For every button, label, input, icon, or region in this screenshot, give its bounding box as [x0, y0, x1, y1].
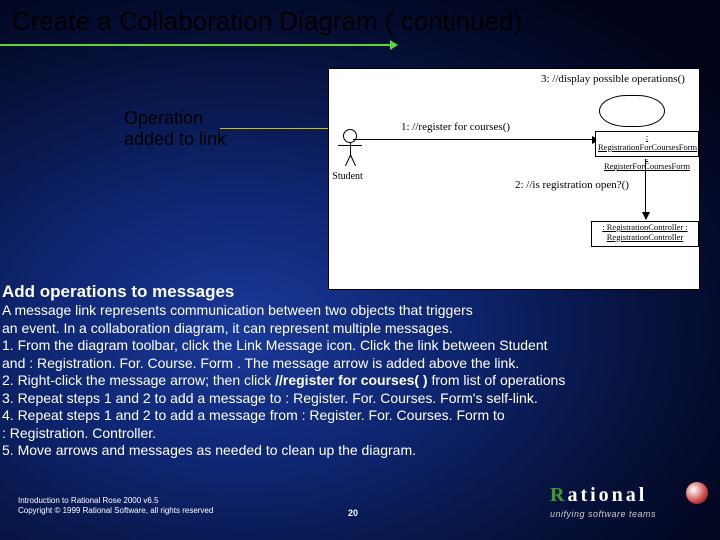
actor-label: : Student [328, 171, 363, 182]
registration-form-box: : RegistrationForCoursesForm : RegisterF… [595, 131, 699, 157]
body-step5: 5. Move arrows and messages as needed to… [2, 442, 416, 458]
box2-line1: : RegistrationController : [602, 222, 687, 232]
body-p2: an event. In a collaboration diagram, it… [2, 320, 453, 336]
page-number: 20 [348, 508, 358, 518]
title-underline-arrow [0, 44, 390, 46]
collaboration-diagram: 3: //display possible operations() 1: //… [328, 68, 700, 290]
body-p1: A message link represents communication … [2, 302, 473, 318]
body-step4a: 4. Repeat steps 1 and 2 to add a message… [2, 407, 505, 423]
body-step2b: //register for courses( ) [275, 372, 428, 388]
body-step4b: : Registration. Controller. [2, 425, 156, 441]
body-text: A message link represents communication … [2, 302, 720, 460]
message-2-label: 2: //is registration open?() [515, 179, 629, 191]
body-step3: 3. Repeat steps 1 and 2 to add a message… [2, 390, 538, 406]
footer-line2: Copyright © 1999 Rational Software, all … [18, 506, 213, 515]
section-heading: Add operations to messages [2, 282, 234, 302]
body-step1b: and : Registration. For. Course. Form . … [2, 355, 519, 371]
logo-word: ational [567, 484, 647, 506]
body-step2a: 2. Right-click the message arrow; then c… [2, 372, 275, 388]
self-link-oval [599, 95, 665, 127]
rational-logo: Rational unifying software teams [550, 484, 706, 526]
box1-line1: : RegistrationForCoursesForm : [598, 132, 697, 162]
footer-line1: Introduction to Rational Rose 2000 v6.5 [18, 496, 159, 505]
annot-line1: Operation [124, 108, 226, 129]
annotation-connector [220, 128, 330, 129]
logo-sphere-icon [686, 482, 708, 504]
logo-text: Rational [550, 484, 706, 507]
logo-tagline: unifying software teams [550, 509, 706, 519]
box2-line2: RegistrationController [607, 232, 684, 242]
message-1-label: 1: //register for courses() [401, 121, 510, 133]
page-title: Create a Collaboration Diagram ( continu… [12, 6, 522, 37]
footer-copyright: Introduction to Rational Rose 2000 v6.5 … [18, 496, 213, 516]
registration-controller-box: : RegistrationController : RegistrationC… [591, 221, 699, 247]
message-3-label: 3: //display possible operations() [541, 73, 685, 85]
operation-annotation: Operation added to link [124, 108, 226, 149]
annot-line2: added to link [124, 129, 226, 150]
slide: Create a Collaboration Diagram ( continu… [0, 0, 720, 540]
actor-icon [343, 129, 357, 157]
box1-line2: RegisterForCoursesForm [604, 161, 690, 171]
link-arrow-2 [645, 159, 646, 219]
body-step2c: from list of operations [428, 372, 566, 388]
body-step1a: 1. From the diagram toolbar, click the L… [2, 337, 548, 353]
link-arrow-1 [353, 139, 599, 140]
